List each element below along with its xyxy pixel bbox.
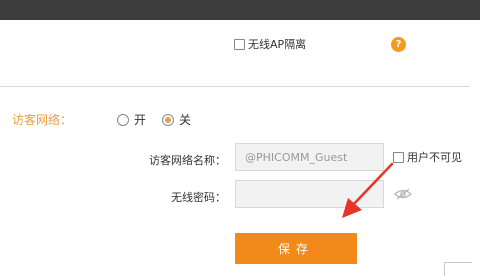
radio-selected-dot bbox=[165, 116, 172, 123]
radio-off-label[interactable]: 关 bbox=[179, 111, 191, 128]
section-divider bbox=[0, 86, 470, 87]
help-question-icon[interactable]: ? bbox=[391, 37, 406, 52]
guest-network-name-label: 访客网络名称： bbox=[149, 154, 226, 167]
guest-network-toggle: 开 关 bbox=[117, 111, 207, 128]
wireless-password-label: 无线密码： bbox=[171, 191, 226, 204]
radio-off[interactable] bbox=[162, 113, 175, 126]
radio-on[interactable] bbox=[117, 113, 129, 126]
ap-isolation-option[interactable]: 无线AP隔离 bbox=[234, 36, 306, 52]
save-button[interactable]: 保存 bbox=[235, 233, 357, 264]
ap-isolation-label: 无线AP隔离 bbox=[248, 38, 307, 51]
hide-user-label: 用户不可见 bbox=[407, 151, 462, 164]
top-header-bar bbox=[0, 0, 480, 20]
corner-mark bbox=[444, 262, 472, 276]
annotation-arrow bbox=[342, 162, 394, 218]
guest-network-label: 访客网络： bbox=[12, 113, 73, 127]
radio-on-label[interactable]: 开 bbox=[134, 111, 146, 128]
ap-isolation-checkbox[interactable] bbox=[234, 38, 245, 50]
